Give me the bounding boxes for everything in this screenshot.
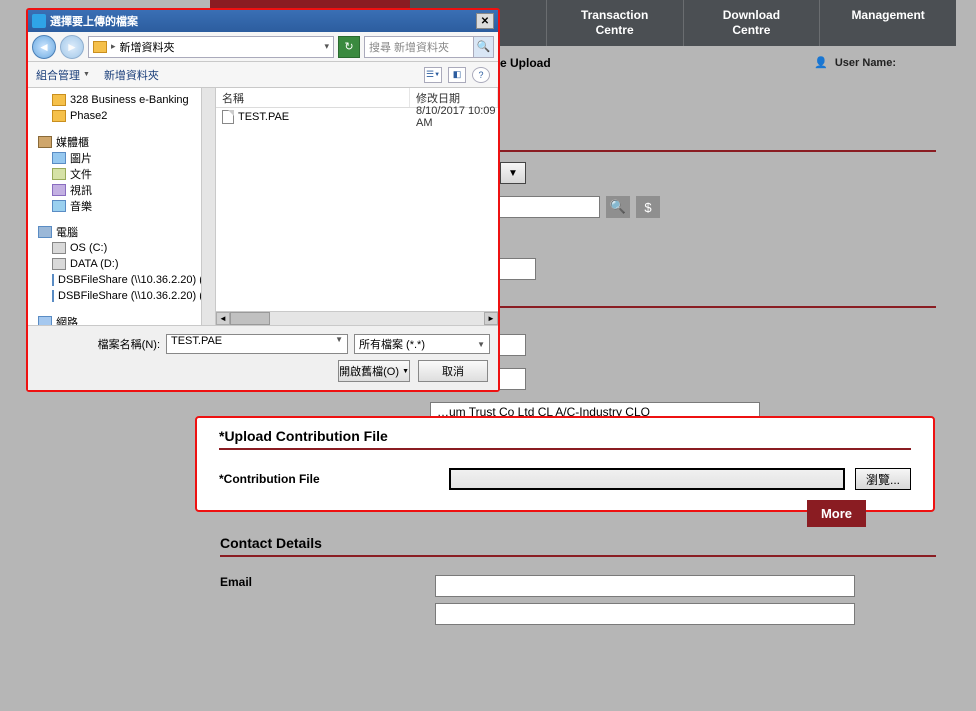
breadcrumb: e Upload bbox=[500, 56, 551, 70]
nav-tab-management[interactable]: Management bbox=[820, 0, 956, 46]
user-label: User Name: bbox=[835, 57, 896, 69]
address-bar[interactable]: ▸ 新增資料夾 ▾ bbox=[88, 36, 334, 58]
nav-tab-label: Transaction bbox=[581, 8, 648, 22]
currency-icon[interactable]: $ bbox=[636, 196, 660, 218]
tree-item: DSBFileShare (\\10.36.2.20) (Y:) bbox=[28, 272, 215, 288]
folder-icon bbox=[93, 41, 107, 53]
dialog-titlebar[interactable]: 選擇要上傳的檔案 ✕ bbox=[28, 10, 498, 32]
organize-menu[interactable]: 組合管理▼ bbox=[36, 67, 90, 83]
search-icon[interactable]: 🔍 bbox=[473, 37, 493, 57]
contact-title: Contact Details bbox=[220, 535, 936, 557]
email-label: Email bbox=[220, 575, 425, 589]
nav-tab-transaction[interactable]: Transaction Centre bbox=[547, 0, 684, 46]
file-list[interactable]: 名稱 修改日期 TEST.PAE 8/10/2017 10:09 AM ◄► bbox=[216, 88, 498, 325]
tree-item: OS (C:) bbox=[28, 240, 215, 256]
dialog-toolbar: 組合管理▼ 新增資料夾 ☰ ▼ ◧ ? bbox=[28, 62, 498, 88]
upload-title: *Upload Contribution File bbox=[219, 428, 911, 450]
contact-section: Contact Details Email bbox=[220, 535, 936, 625]
email-field-2[interactable] bbox=[435, 603, 855, 625]
file-icon bbox=[222, 110, 234, 124]
email-field[interactable] bbox=[435, 575, 855, 597]
nav-tab-label: Centre bbox=[596, 23, 634, 37]
tree-item: 文件 bbox=[28, 166, 215, 182]
file-row[interactable]: TEST.PAE 8/10/2017 10:09 AM bbox=[216, 108, 498, 126]
tree-item: 音樂 bbox=[28, 198, 215, 214]
tree-item: 網路 bbox=[28, 314, 215, 325]
dialog-footer: 檔案名稱(N): TEST.PAE ▼ 所有檔案 (*.*) ▼ 開啟舊檔(O)… bbox=[28, 326, 498, 390]
chevron-down-icon[interactable]: ▾ bbox=[324, 41, 329, 52]
tree-item: 圖片 bbox=[28, 150, 215, 166]
nav-tab-label: Management bbox=[851, 8, 924, 22]
tree-item: Phase2 bbox=[28, 108, 215, 124]
tree-item: 視訊 bbox=[28, 182, 215, 198]
tree-item: DSBFileShare (\\10.36.2.20) (Z:) bbox=[28, 288, 215, 304]
user-icon: 👤 bbox=[814, 57, 828, 69]
dialog-title: 選擇要上傳的檔案 bbox=[50, 13, 138, 29]
file-path-input[interactable] bbox=[449, 468, 845, 490]
address-text: 新增資料夾 bbox=[120, 39, 175, 55]
preview-icon[interactable]: ◧ bbox=[448, 67, 466, 83]
contribution-file-label: *Contribution File bbox=[219, 472, 439, 486]
search-input[interactable]: 搜尋 新增資料夾 🔍 bbox=[364, 36, 494, 58]
open-button[interactable]: 開啟舊檔(O) ▼ bbox=[338, 360, 410, 382]
file-open-dialog: 選擇要上傳的檔案 ✕ ◄ ► ▸ 新增資料夾 ▾ ↻ 搜尋 新增資料夾 🔍 組合… bbox=[26, 8, 500, 392]
chevron-right-icon: ▸ bbox=[111, 41, 116, 52]
tree-item: 328 Business e-Banking bbox=[28, 92, 215, 108]
filename-input[interactable]: TEST.PAE ▼ bbox=[166, 334, 348, 354]
browse-button[interactable]: 瀏覽... bbox=[855, 468, 911, 490]
search-placeholder: 搜尋 新增資料夾 bbox=[369, 39, 449, 55]
folder-tree[interactable]: 328 Business e-Banking Phase2 媒體櫃 圖片 文件 … bbox=[28, 88, 216, 325]
col-name[interactable]: 名稱 bbox=[216, 88, 410, 107]
help-icon[interactable]: ? bbox=[472, 67, 490, 83]
new-folder-button[interactable]: 新增資料夾 bbox=[104, 67, 159, 83]
filetype-select[interactable]: 所有檔案 (*.*) ▼ bbox=[354, 334, 490, 354]
tree-item: 媒體櫃 bbox=[28, 134, 215, 150]
scrollbar[interactable]: ◄► bbox=[216, 311, 498, 325]
more-button[interactable]: More bbox=[807, 500, 866, 527]
select-dropdown[interactable]: ▼ bbox=[500, 162, 526, 184]
back-button[interactable]: ◄ bbox=[32, 35, 56, 59]
close-icon[interactable]: ✕ bbox=[476, 13, 494, 29]
refresh-button[interactable]: ↻ bbox=[338, 36, 360, 58]
nav-tab-download[interactable]: Download Centre bbox=[684, 0, 821, 46]
tree-item: DATA (D:) bbox=[28, 256, 215, 272]
tree-item: 電腦 bbox=[28, 224, 215, 240]
ie-icon bbox=[32, 14, 46, 28]
forward-button[interactable]: ► bbox=[60, 35, 84, 59]
dialog-body: 328 Business e-Banking Phase2 媒體櫃 圖片 文件 … bbox=[28, 88, 498, 326]
dialog-navbar: ◄ ► ▸ 新增資料夾 ▾ ↻ 搜尋 新增資料夾 🔍 bbox=[28, 32, 498, 62]
nav-tab-label: Download bbox=[723, 8, 780, 22]
scrollbar[interactable] bbox=[201, 88, 215, 325]
view-icon[interactable]: ☰ ▼ bbox=[424, 67, 442, 83]
search-icon[interactable]: 🔍 bbox=[606, 196, 630, 218]
nav-tab-label: Centre bbox=[732, 23, 770, 37]
cancel-button[interactable]: 取消 bbox=[418, 360, 488, 382]
upload-section: *Upload Contribution File *Contribution … bbox=[195, 416, 935, 512]
user-name: 👤 User Name: bbox=[814, 56, 896, 69]
filename-label: 檔案名稱(N): bbox=[36, 336, 160, 352]
